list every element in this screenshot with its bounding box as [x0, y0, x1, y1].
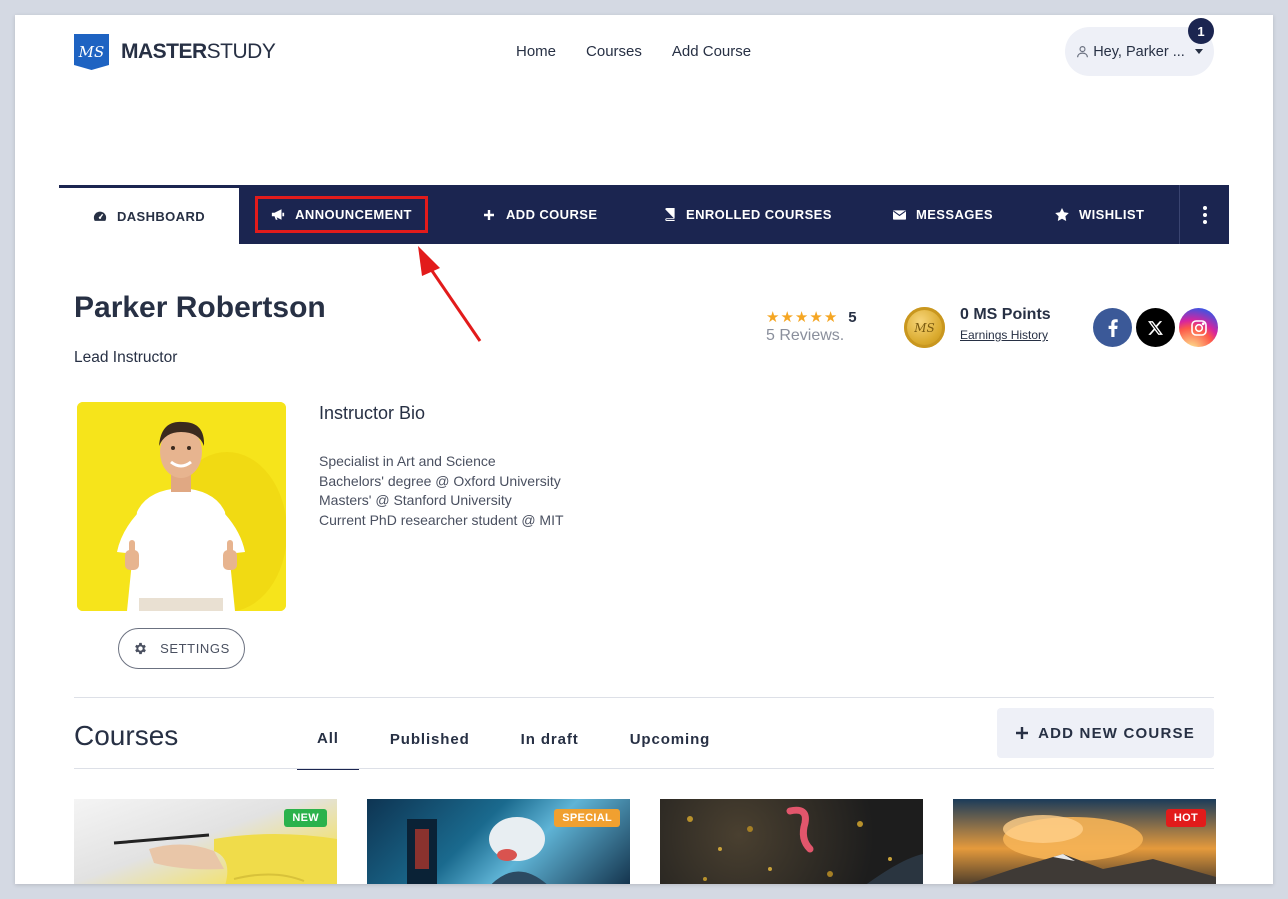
instructor-role: Lead Instructor [74, 349, 178, 366]
points-block: 0 MS Points Earnings History [960, 306, 1051, 342]
instructor-name: Parker Robertson [74, 291, 326, 324]
ms-points: 0 MS Points [960, 306, 1051, 323]
tab-published[interactable]: Published [370, 708, 490, 770]
gauge-icon [93, 209, 107, 223]
divider [74, 697, 1214, 698]
chevron-down-icon [1194, 49, 1203, 54]
user-icon [1077, 46, 1089, 58]
course-cards: NEW SPECIAL HOT [74, 799, 1216, 884]
gear-icon [135, 642, 146, 655]
star-icon [1055, 208, 1069, 222]
reviews-count: 5 Reviews. [766, 327, 845, 344]
course-card[interactable]: NEW [74, 799, 337, 884]
settings-label: SETTINGS [160, 641, 230, 656]
vertical-dots-icon [1202, 205, 1207, 224]
star-icon: ★ [794, 309, 809, 326]
add-new-course-button[interactable]: ADD NEW COURSE [997, 708, 1214, 758]
rating: ★ ★ ★ ★ ★ 5 5 Reviews. [766, 308, 857, 345]
instagram-icon[interactable] [1179, 308, 1218, 347]
course-badge: NEW [284, 809, 327, 827]
x-icon[interactable] [1136, 308, 1175, 347]
rating-value: 5 [848, 308, 857, 326]
bio-line: Masters' @ Stanford University [319, 492, 512, 509]
annotation-arrow [418, 246, 482, 342]
star-icon: ★ [809, 309, 823, 326]
course-badge: SPECIAL [554, 809, 620, 827]
logo-text: MASTERSTUDY [121, 40, 276, 63]
dashboard-nav: DASHBOARD ANNOUNCEMENT ADD COURSE ENROLL… [59, 185, 1229, 244]
bio-title: Instructor Bio [319, 403, 426, 423]
bio-line: Bachelors' degree @ Oxford University [319, 472, 561, 489]
tab-announcement-label: ANNOUNCEMENT [295, 207, 412, 222]
course-card[interactable] [660, 799, 923, 884]
tab-dashboard[interactable]: DASHBOARD [59, 185, 239, 244]
social-links [1093, 308, 1218, 347]
ms-coin-icon: MS [904, 307, 945, 348]
rating-stars: ★ ★ ★ ★ ★ 5 [766, 308, 857, 327]
book-icon [662, 208, 676, 222]
megaphone-icon [271, 208, 285, 222]
tab-enrolled-courses[interactable]: ENROLLED COURSES [662, 185, 832, 244]
add-new-course-label: ADD NEW COURSE [1038, 724, 1195, 742]
envelope-icon [892, 208, 906, 222]
tab-messages-label: MESSAGES [916, 207, 993, 222]
nav-add-course[interactable]: Add Course [672, 43, 751, 60]
nav-home[interactable]: Home [516, 43, 556, 60]
more-menu-button[interactable] [1179, 185, 1229, 244]
courses-title: Courses [74, 720, 179, 751]
tab-enrolled-courses-label: ENROLLED COURSES [686, 207, 832, 222]
settings-button[interactable]: SETTINGS [118, 628, 245, 669]
course-badge: HOT [1165, 809, 1206, 827]
tab-messages[interactable]: MESSAGES [892, 185, 993, 244]
star-icon: ★ [766, 309, 780, 326]
tab-add-course-label: ADD COURSE [506, 207, 598, 222]
tab-wishlist-label: WISHLIST [1079, 207, 1145, 222]
tab-announcement[interactable]: ANNOUNCEMENT [255, 196, 428, 233]
course-tabs: All Published In draft Upcoming [297, 708, 741, 770]
tab-upcoming[interactable]: Upcoming [610, 708, 731, 770]
instructor-avatar [77, 402, 286, 611]
top-nav: Home Courses Add Course [516, 43, 751, 60]
star-icon: ★ [823, 309, 838, 326]
bio-line: Current PhD researcher student @ MIT [319, 512, 564, 529]
user-greeting: Hey, Parker ... [1093, 43, 1185, 60]
tab-dashboard-label: DASHBOARD [116, 208, 206, 224]
nav-courses[interactable]: Courses [586, 43, 642, 60]
plus-icon [1016, 727, 1029, 739]
logo-mark: MS [74, 34, 109, 70]
divider [74, 768, 1214, 769]
tab-all[interactable]: All [297, 708, 359, 770]
bio-text: Specialist in Art and Science Bachelors'… [319, 452, 564, 531]
logo[interactable]: MS MASTERSTUDY [74, 34, 276, 70]
star-icon: ★ [780, 309, 794, 326]
facebook-icon[interactable] [1093, 308, 1132, 347]
course-thumbnail [687, 806, 923, 884]
bio-line: Specialist in Art and Science [319, 453, 496, 469]
tab-in-draft[interactable]: In draft [501, 708, 599, 770]
earnings-history-link[interactable]: Earnings History [960, 328, 1051, 342]
tab-add-course[interactable]: ADD COURSE [482, 185, 597, 244]
plus-icon [482, 208, 496, 222]
page: MS MASTERSTUDY Home Courses Add Course H… [15, 15, 1273, 884]
course-card[interactable]: HOT [953, 799, 1216, 884]
notification-badge[interactable]: 1 [1188, 18, 1214, 44]
tab-wishlist[interactable]: WISHLIST [1055, 185, 1144, 244]
course-card[interactable]: SPECIAL [367, 799, 630, 884]
